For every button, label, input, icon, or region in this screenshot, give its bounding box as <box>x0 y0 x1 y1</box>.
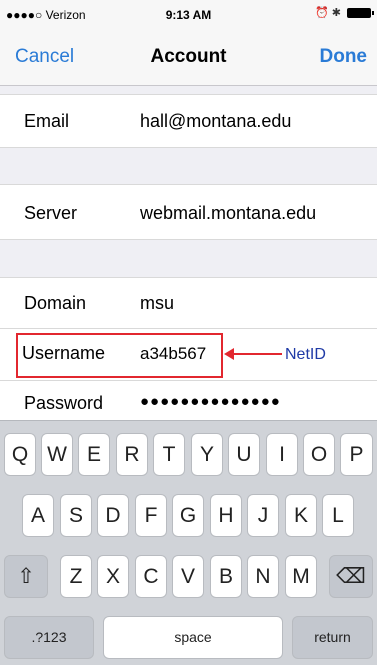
key-b[interactable]: B <box>210 555 242 598</box>
arrow-icon <box>224 348 282 360</box>
numbers-key[interactable]: .?123 <box>4 616 94 659</box>
password-field[interactable]: ●●●●●●●●●●●●●● <box>140 393 281 410</box>
key-z[interactable]: Z <box>60 555 92 598</box>
battery-icon <box>347 7 374 18</box>
server-row[interactable]: Server webmail.montana.edu <box>0 184 377 240</box>
key-t[interactable]: T <box>153 433 185 476</box>
email-row[interactable]: Email hall@montana.edu <box>0 94 377 148</box>
nav-bar: Cancel Account Done <box>0 28 377 86</box>
key-k[interactable]: K <box>285 494 317 537</box>
key-l[interactable]: L <box>322 494 354 537</box>
key-v[interactable]: V <box>172 555 204 598</box>
domain-field[interactable]: msu <box>140 293 174 314</box>
key-x[interactable]: X <box>97 555 129 598</box>
key-i[interactable]: I <box>266 433 298 476</box>
delete-key[interactable]: ⌫ <box>329 555 373 598</box>
domain-label: Domain <box>24 293 87 313</box>
key-d[interactable]: D <box>97 494 129 537</box>
key-h[interactable]: H <box>210 494 242 537</box>
key-j[interactable]: J <box>247 494 279 537</box>
username-highlight-box <box>16 333 223 378</box>
netid-annotation: NetID <box>285 346 326 363</box>
password-row[interactable]: Password ●●●●●●●●●●●●●● <box>0 381 377 420</box>
alarm-bluetooth-icons: ⏰ ✱ <box>315 7 341 19</box>
key-a[interactable]: A <box>22 494 54 537</box>
domain-row[interactable]: Domain msu <box>0 277 377 329</box>
return-key[interactable]: return <box>292 616 373 659</box>
key-e[interactable]: E <box>78 433 110 476</box>
key-s[interactable]: S <box>60 494 92 537</box>
keyboard: Q W E R T Y U I O P A S D F G H J K L ⇧ … <box>0 420 377 665</box>
server-field[interactable]: webmail.montana.edu <box>140 203 316 224</box>
key-q[interactable]: Q <box>4 433 36 476</box>
server-label: Server <box>24 203 78 223</box>
key-w[interactable]: W <box>41 433 73 476</box>
email-label: Email <box>24 111 70 131</box>
key-g[interactable]: G <box>172 494 204 537</box>
email-field[interactable]: hall@montana.edu <box>140 111 291 132</box>
status-bar: ●●●●○ Verizon 9:13 AM ⏰ ✱ <box>0 0 377 28</box>
key-p[interactable]: P <box>340 433 373 476</box>
done-button[interactable]: Done <box>320 46 368 68</box>
key-r[interactable]: R <box>116 433 148 476</box>
key-u[interactable]: U <box>228 433 260 476</box>
key-n[interactable]: N <box>247 555 279 598</box>
key-f[interactable]: F <box>135 494 167 537</box>
key-o[interactable]: O <box>303 433 335 476</box>
key-c[interactable]: C <box>135 555 167 598</box>
status-icons: ⏰ ✱ <box>315 6 374 19</box>
space-key[interactable]: space <box>103 616 283 659</box>
key-y[interactable]: Y <box>191 433 223 476</box>
shift-key[interactable]: ⇧ <box>4 555 48 598</box>
key-m[interactable]: M <box>285 555 317 598</box>
password-label: Password <box>24 393 104 413</box>
